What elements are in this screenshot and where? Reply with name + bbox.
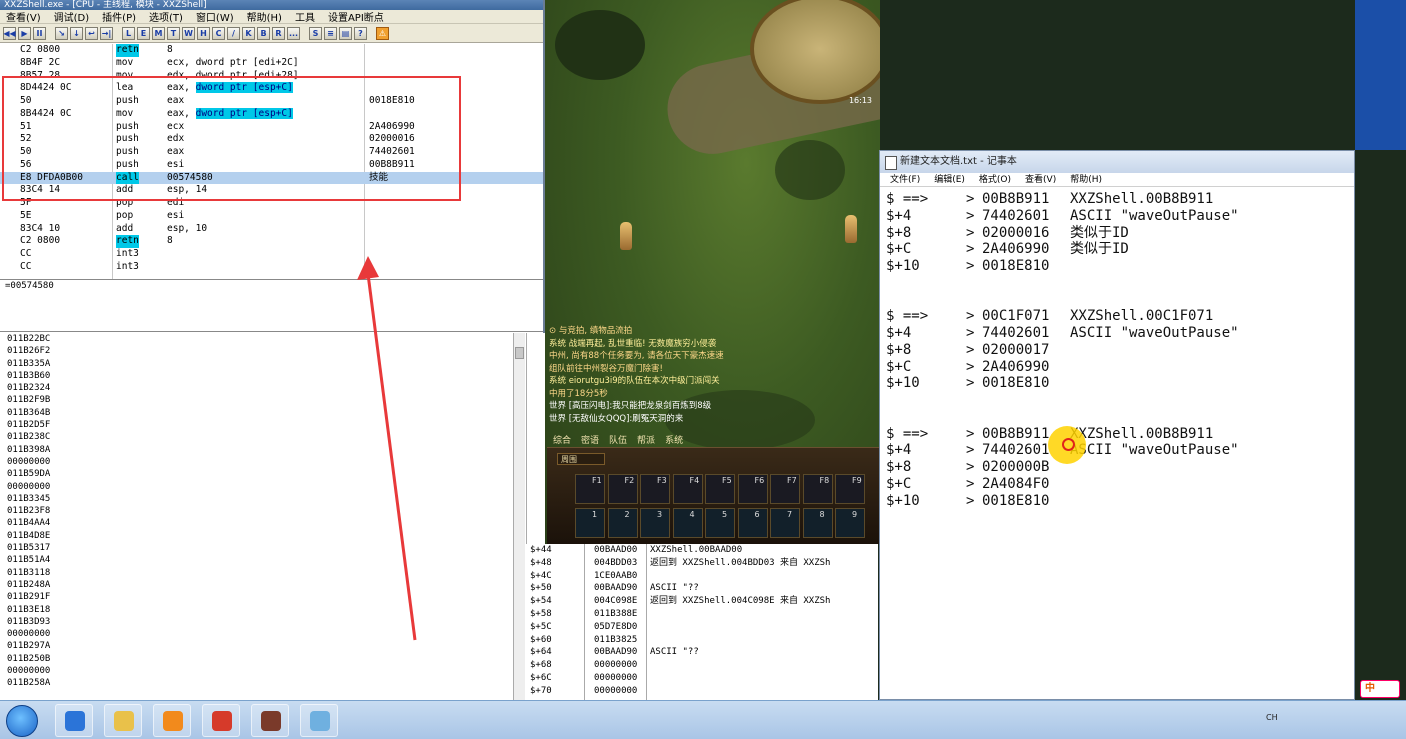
ie-taskbar-button[interactable] <box>55 704 93 737</box>
arrow-shaft <box>366 273 417 641</box>
taskbar: CH <box>0 700 1406 739</box>
ime-indicator[interactable]: 中 <box>1360 680 1400 698</box>
media-player-icon <box>163 711 183 731</box>
language-indicator[interactable]: CH <box>1266 713 1278 722</box>
system-tray[interactable]: CH <box>1266 707 1406 735</box>
explorer-taskbar-button[interactable] <box>104 704 142 737</box>
game-icon <box>212 711 232 731</box>
game-taskbar-button[interactable] <box>202 704 240 737</box>
media-taskbar-button[interactable] <box>153 704 191 737</box>
ie-icon <box>65 711 85 731</box>
folder-icon <box>114 711 134 731</box>
start-button[interactable] <box>6 705 38 737</box>
annotation-arrow <box>357 256 417 641</box>
notepad-taskbar-button[interactable] <box>300 704 338 737</box>
notepad-icon <box>310 711 330 731</box>
arrow-head <box>357 256 379 280</box>
debugger-icon <box>261 711 281 731</box>
debugger-taskbar-button[interactable] <box>251 704 289 737</box>
